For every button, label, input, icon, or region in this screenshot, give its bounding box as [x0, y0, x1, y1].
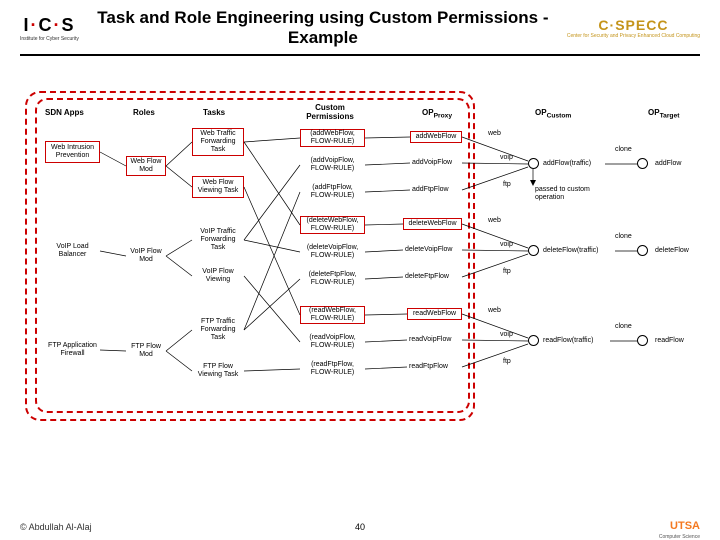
- logo-left: I·C·S Institute for Cyber Security: [20, 15, 79, 42]
- page-title: Task and Role Engineering using Custom P…: [79, 8, 567, 48]
- utsa-sub: Computer Science: [659, 534, 700, 540]
- utsa-logo: UTSA: [670, 520, 700, 532]
- page-number: 40: [355, 522, 365, 532]
- logo-right: C·SPECC Center for Security and Privacy …: [567, 17, 700, 39]
- cspecc-logo: C·SPECC: [598, 17, 668, 33]
- cspecc-sub: Center for Security and Privacy Enhanced…: [567, 33, 700, 39]
- author: © Abdullah Al-Alaj: [20, 522, 92, 532]
- ics-logo: I·C·S: [23, 15, 75, 36]
- header-divider: [20, 54, 700, 56]
- ics-sub: Institute for Cyber Security: [20, 36, 79, 42]
- diagram: SDN Apps Roles Tasks Custom Permissions …: [0, 66, 720, 486]
- connections: [0, 66, 720, 486]
